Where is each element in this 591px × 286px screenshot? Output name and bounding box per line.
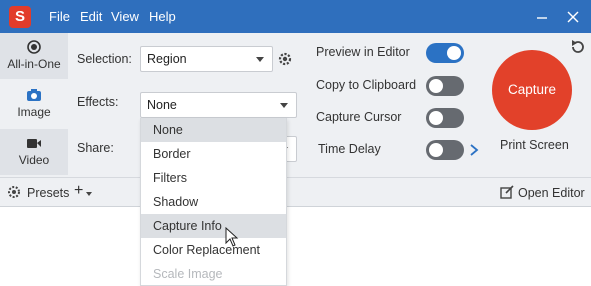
capture-mode-nav: All-in-One Image Video — [0, 33, 68, 177]
title-bar: S File Edit View Help — [0, 0, 591, 33]
effects-label: Effects: — [77, 95, 119, 109]
capture-cursor-label: Capture Cursor — [316, 110, 402, 124]
copy-to-clipboard-toggle[interactable] — [426, 76, 464, 96]
list-item[interactable]: Border — [141, 142, 286, 166]
tab-label: All-in-One — [7, 57, 61, 71]
list-item[interactable]: Capture Info — [141, 214, 286, 238]
list-item[interactable]: Filters — [141, 166, 286, 190]
menu-help[interactable]: Help — [149, 9, 176, 24]
close-icon[interactable] — [560, 6, 586, 28]
selection-value: Region — [147, 52, 187, 66]
time-delay-label: Time Delay — [318, 142, 381, 156]
snagit-logo-icon: S — [9, 6, 31, 28]
tab-label: Image — [17, 105, 51, 119]
list-item[interactable]: Shadow — [141, 190, 286, 214]
menu-edit[interactable]: Edit — [80, 9, 102, 24]
tab-all-in-one[interactable]: All-in-One — [0, 33, 68, 79]
camera-icon — [0, 87, 68, 105]
video-camera-icon — [0, 135, 68, 153]
time-delay-toggle[interactable] — [426, 140, 464, 160]
gear-icon[interactable] — [277, 51, 293, 70]
chevron-down-icon — [256, 57, 264, 62]
list-item[interactable]: None — [141, 118, 286, 142]
reset-icon[interactable] — [569, 38, 587, 59]
chevron-right-icon[interactable] — [469, 143, 479, 160]
selection-dropdown[interactable]: Region — [140, 46, 273, 72]
presets-gear-icon[interactable] — [6, 184, 22, 203]
add-preset-button[interactable]: + — [74, 182, 83, 200]
preview-in-editor-label: Preview in Editor — [316, 45, 410, 59]
capture-cursor-toggle[interactable] — [426, 108, 464, 128]
capture-button[interactable]: Capture — [492, 50, 572, 130]
all-in-one-icon — [0, 39, 68, 57]
effects-dropdown[interactable]: None — [140, 92, 297, 118]
preview-in-editor-toggle[interactable] — [426, 43, 464, 63]
tab-video[interactable]: Video — [0, 129, 68, 175]
bottom-toolbar: Presets + Open Editor — [0, 177, 591, 207]
tab-image[interactable]: Image — [0, 81, 68, 127]
share-label: Share: — [77, 141, 114, 155]
menu-file[interactable]: File — [49, 9, 70, 24]
minimize-icon[interactable] — [529, 6, 555, 28]
list-item[interactable]: Color Replacement — [141, 238, 286, 262]
capture-shortcut-label: Print Screen — [500, 138, 569, 152]
chevron-down-icon[interactable] — [86, 192, 92, 196]
list-item[interactable]: Scale Image — [141, 262, 286, 286]
menu-view[interactable]: View — [111, 9, 139, 24]
selection-label: Selection: — [77, 52, 132, 66]
effects-dropdown-list: None Border Filters Shadow Capture Info … — [140, 118, 287, 286]
open-editor-label[interactable]: Open Editor — [518, 186, 585, 200]
effects-value: None — [147, 98, 177, 112]
chevron-down-icon — [280, 103, 288, 108]
tab-label: Video — [18, 153, 50, 167]
copy-to-clipboard-label: Copy to Clipboard — [316, 78, 417, 92]
open-editor-icon[interactable] — [500, 185, 514, 202]
mouse-cursor-icon — [225, 226, 239, 250]
presets-label[interactable]: Presets — [27, 186, 69, 200]
